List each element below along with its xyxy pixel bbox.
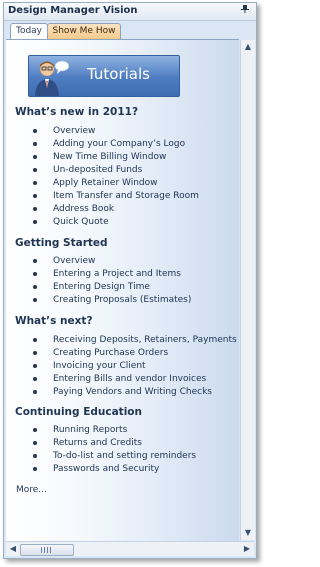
bullet-icon bbox=[33, 142, 37, 146]
tutorials-content: Tutorials What’s new in 2011? Overview A… bbox=[6, 39, 239, 541]
bullet-icon bbox=[33, 298, 37, 302]
title-bar: Design Manager Vision bbox=[4, 3, 256, 21]
bullet-icon bbox=[33, 181, 37, 185]
section-heading-whats-new: What’s new in 2011? bbox=[15, 106, 139, 118]
bullet-icon bbox=[33, 351, 37, 355]
presenter-icon bbox=[35, 60, 69, 96]
section-heading-whats-next: What’s next? bbox=[15, 315, 93, 327]
more-link[interactable]: More... bbox=[16, 485, 47, 495]
bullet-icon bbox=[33, 390, 37, 394]
grip-icon bbox=[41, 547, 53, 553]
bullet-icon bbox=[33, 129, 37, 133]
horizontal-scrollbar[interactable]: ◀ ▶ bbox=[6, 541, 254, 556]
bullet-icon bbox=[33, 428, 37, 432]
tab-today[interactable]: Today bbox=[10, 23, 48, 39]
scroll-down-icon[interactable]: ▼ bbox=[241, 526, 255, 540]
bullet-icon bbox=[33, 454, 37, 458]
bullet-icon bbox=[33, 377, 37, 381]
bullet-icon bbox=[33, 338, 37, 342]
bullet-icon bbox=[33, 285, 37, 289]
task-pane: Design Manager Vision Today Show Me How … bbox=[3, 2, 257, 559]
bullet-icon bbox=[33, 207, 37, 211]
scroll-right-icon[interactable]: ▶ bbox=[241, 542, 253, 556]
tab-show-me-how[interactable]: Show Me How bbox=[47, 23, 121, 39]
bullet-icon bbox=[33, 272, 37, 276]
bullet-icon bbox=[33, 220, 37, 224]
scroll-left-icon[interactable]: ◀ bbox=[7, 542, 19, 556]
tutorials-banner[interactable]: Tutorials bbox=[28, 55, 180, 97]
horizontal-scroll-thumb[interactable] bbox=[20, 544, 74, 556]
section-heading-getting-started: Getting Started bbox=[15, 237, 108, 249]
window-title: Design Manager Vision bbox=[8, 5, 138, 16]
bullet-icon bbox=[33, 259, 37, 263]
banner-label: Tutorials bbox=[87, 65, 150, 83]
bullet-icon bbox=[33, 441, 37, 445]
bullet-icon bbox=[33, 364, 37, 368]
bullet-icon bbox=[33, 168, 37, 172]
vertical-scrollbar[interactable]: ▲ ▼ bbox=[240, 40, 255, 540]
section-heading-continuing-education: Continuing Education bbox=[15, 406, 142, 418]
bullet-icon bbox=[33, 194, 37, 198]
bullet-icon bbox=[33, 467, 37, 471]
bullet-icon bbox=[33, 155, 37, 159]
scroll-up-icon[interactable]: ▲ bbox=[241, 40, 255, 54]
pin-icon[interactable] bbox=[239, 4, 251, 16]
